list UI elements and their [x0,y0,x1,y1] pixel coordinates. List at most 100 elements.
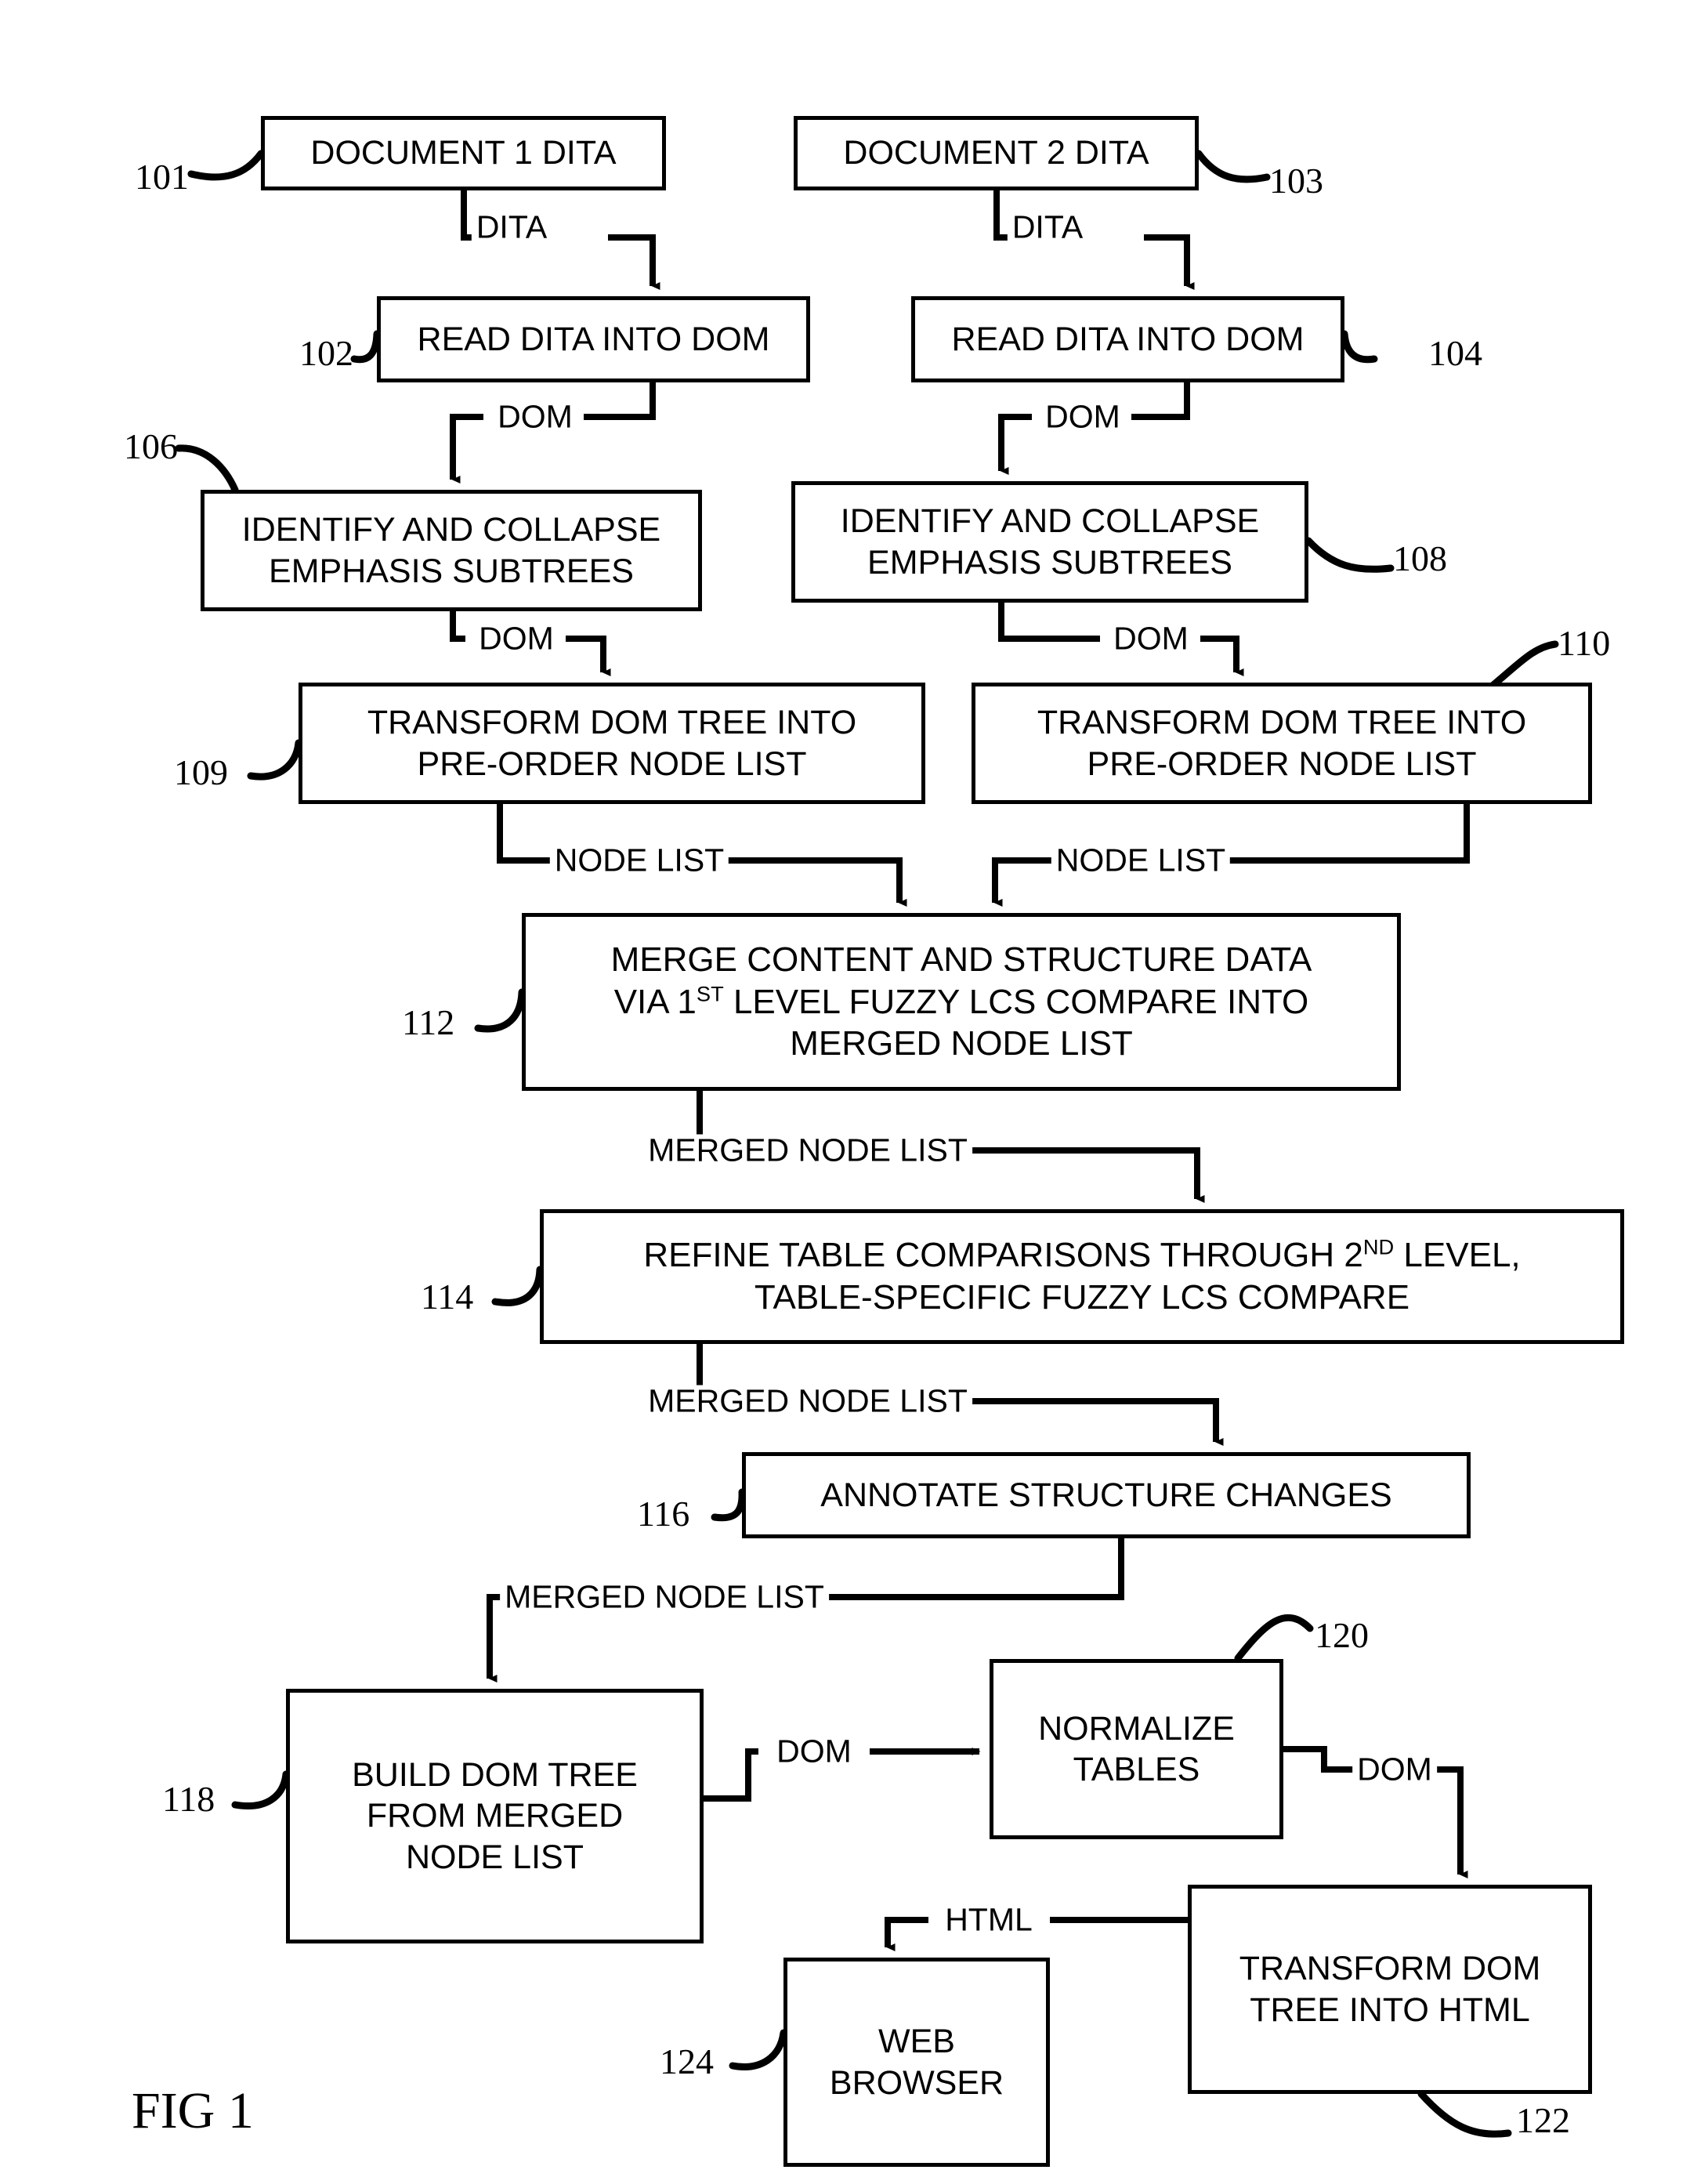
edge-label-dom-5: DOM [772,1733,856,1769]
node-normalize-tables[interactable]: NORMALIZE TABLES [990,1659,1283,1839]
edge-label-text: NODE LIST [554,842,725,878]
edge-label-dom-4: DOM [1109,620,1193,657]
reference-number-text: 110 [1558,623,1611,663]
edge-label-html: HTML [940,1904,1037,1936]
reference-leader-101 [187,150,265,181]
reference-number-120: 120 [1315,1617,1369,1654]
edge-label-node-list-1: NODE LIST [549,842,729,878]
reference-number-109: 109 [174,755,228,791]
node-refine-table-comparisons[interactable]: REFINE TABLE COMPARISONS THROUGH 2ND LEV… [540,1209,1624,1344]
reference-number-124: 124 [660,2044,714,2080]
edge-label-text: DOM [1113,620,1189,657]
node-read-dita-into-dom-1[interactable]: READ DITA INTO DOM [377,296,810,382]
edge-label-text: NODE LIST [1055,842,1226,878]
reference-leader-103 [1195,150,1271,183]
edge-label-text: MERGED NODE LIST [648,1132,968,1168]
edge-label-text: MERGED NODE LIST [648,1382,968,1419]
edge-label-dita-1: DITA [471,208,552,245]
reference-number-text: 103 [1269,161,1323,201]
reference-leader-120 [1234,1614,1314,1662]
reference-number-text: 114 [421,1277,474,1317]
edge-label-dom-3: DOM [474,620,559,657]
reference-leader-122 [1417,2090,1512,2138]
reference-number-116: 116 [637,1496,689,1532]
node-label: DOCUMENT 1 DITA [310,134,617,172]
reference-number-text: 101 [135,157,189,197]
edge-label-dom-1: DOM [493,400,577,433]
node-label: TRANSFORM DOM TREE INTO HTML [1239,1950,1541,2029]
edge-label-text: MERGED NODE LIST [505,1578,824,1615]
reference-number-text: 124 [660,2041,714,2081]
node-label: IDENTIFY AND COLLAPSE EMPHASIS SUBTREES [241,511,661,590]
node-identify-collapse-emphasis-1[interactable]: IDENTIFY AND COLLAPSE EMPHASIS SUBTREES [201,490,702,611]
node-build-dom-tree[interactable]: BUILD DOM TREE FROM MERGED NODE LIST [286,1689,704,1943]
reference-number-106: 106 [124,429,178,465]
figure-caption: FIG 1 [132,2085,254,2137]
reference-number-112: 112 [402,1005,454,1041]
reference-leader-108 [1305,537,1395,573]
edge-label-text: DITA [476,208,548,245]
node-label: WEB BROWSER [829,2023,1004,2102]
node-label: REFINE TABLE COMPARISONS THROUGH 2ND LEV… [643,1234,1521,1317]
reference-number-text: 109 [174,752,228,792]
node-transform-dom-preorder-2[interactable]: TRANSFORM DOM TREE INTO PRE-ORDER NODE L… [972,683,1592,804]
node-label: READ DITA INTO DOM [417,320,770,358]
edge-label-text: DITA [1011,208,1084,245]
node-web-browser[interactable]: WEB BROWSER [783,1958,1050,2167]
reference-number-102: 102 [299,335,353,371]
node-transform-dom-preorder-1[interactable]: TRANSFORM DOM TREE INTO PRE-ORDER NODE L… [299,683,925,804]
edge-label-text: HTML [945,1901,1033,1938]
reference-number-103: 103 [1269,163,1323,199]
reference-number-108: 108 [1393,541,1447,577]
reference-number-text: 120 [1315,1615,1369,1655]
node-document-1-dita[interactable]: DOCUMENT 1 DITA [261,116,666,190]
reference-number-text: 116 [637,1494,690,1534]
reference-number-text: 108 [1393,538,1447,578]
node-label: NORMALIZE TABLES [1038,1709,1235,1788]
node-label: TRANSFORM DOM TREE INTO PRE-ORDER NODE L… [1037,704,1527,783]
reference-leader-112 [474,988,526,1033]
edge-label-merged-node-list-2: MERGED NODE LIST [643,1382,972,1419]
reference-leader-106 [175,444,239,494]
edge-label-dom-2: DOM [1040,398,1125,435]
edge-label-text: DOM [479,620,554,657]
node-merge-content-structure[interactable]: MERGE CONTENT AND STRUCTURE DATA VIA 1ST … [522,913,1401,1091]
node-annotate-structure-changes[interactable]: ANNOTATE STRUCTURE CHANGES [742,1452,1471,1538]
edge-label-text: DOM [776,1733,852,1769]
node-label: ANNOTATE STRUCTURE CHANGES [820,1476,1392,1514]
reference-number-text: 118 [162,1779,215,1819]
reference-number-text: 104 [1428,333,1482,373]
edge-label-merged-node-list-1: MERGED NODE LIST [643,1132,972,1168]
reference-leader-124 [729,2029,787,2070]
edge-label-dom-6: DOM [1352,1751,1437,1788]
edge-label-text: DOM [1045,398,1120,435]
reference-number-text: 102 [299,333,353,373]
node-document-2-dita[interactable]: DOCUMENT 2 DITA [794,116,1199,190]
node-transform-dom-into-html[interactable]: TRANSFORM DOM TREE INTO HTML [1188,1885,1592,2094]
reference-number-text: 112 [402,1002,455,1042]
node-label: DOCUMENT 2 DITA [843,134,1149,172]
reference-number-104: 104 [1428,335,1482,371]
reference-number-text: 106 [124,426,178,466]
edge-label-node-list-2: NODE LIST [1051,842,1231,878]
edge-label-text: DOM [1357,1751,1432,1788]
edge-label-merged-node-list-3: MERGED NODE LIST [500,1581,829,1614]
node-identify-collapse-emphasis-2[interactable]: IDENTIFY AND COLLAPSE EMPHASIS SUBTREES [791,481,1308,603]
node-label: IDENTIFY AND COLLAPSE EMPHASIS SUBTREES [840,502,1260,581]
node-label: MERGE CONTENT AND STRUCTURE DATA VIA 1ST … [610,940,1312,1063]
reference-number-118: 118 [162,1781,215,1817]
reference-leader-104 [1341,330,1378,364]
node-label: BUILD DOM TREE FROM MERGED NODE LIST [352,1755,638,1876]
reference-leader-109 [247,739,302,781]
reference-leader-102 [350,330,381,364]
reference-leader-118 [231,1770,290,1809]
node-read-dita-into-dom-2[interactable]: READ DITA INTO DOM [911,296,1344,382]
reference-leader-114 [491,1266,544,1306]
reference-number-text: 122 [1516,2100,1570,2140]
reference-number-114: 114 [421,1279,473,1315]
node-label: TRANSFORM DOM TREE INTO PRE-ORDER NODE L… [367,704,857,783]
reference-number-122: 122 [1516,2103,1570,2139]
reference-number-101: 101 [135,159,189,195]
reference-number-110: 110 [1558,625,1610,661]
figure-caption-text: FIG 1 [132,2082,254,2139]
